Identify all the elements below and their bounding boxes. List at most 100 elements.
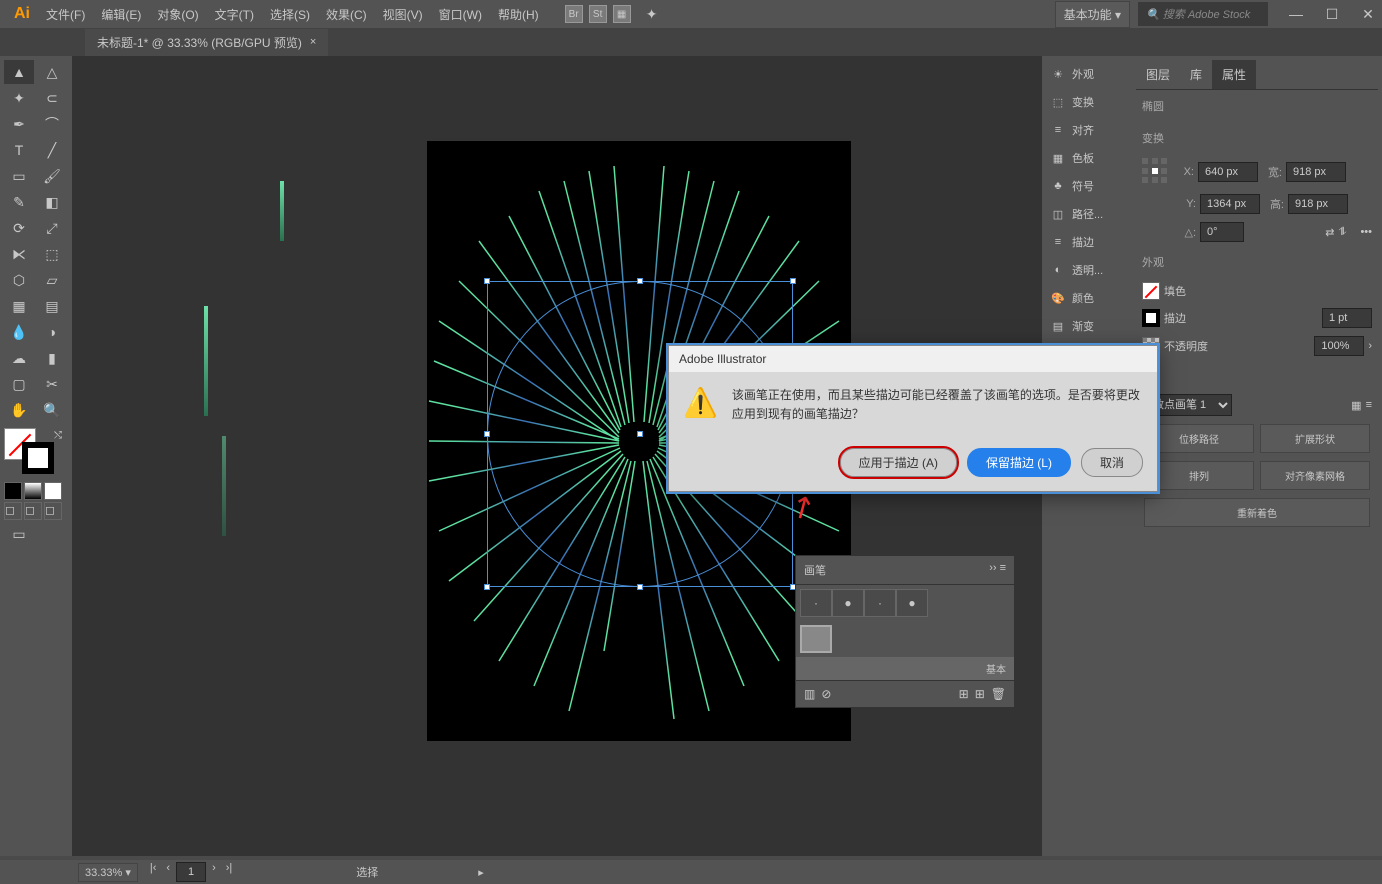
slice-tool[interactable]: ✂ <box>37 372 67 396</box>
stroke-weight-input[interactable] <box>1322 308 1372 328</box>
gradient-tool[interactable]: ▤ <box>37 294 67 318</box>
tab-properties[interactable]: 属性 <box>1212 60 1256 89</box>
tab-close-icon[interactable]: × <box>310 36 316 48</box>
menu-effect[interactable]: 效果(C) <box>320 2 373 27</box>
selection-handle[interactable] <box>484 278 490 284</box>
menu-type[interactable]: 文字(T) <box>209 2 260 27</box>
offset-path-button[interactable]: 位移路径 <box>1144 424 1254 453</box>
brush-swatch[interactable]: ● <box>832 589 864 617</box>
panel-gradient[interactable]: ▤渐变 <box>1046 312 1128 340</box>
panel-menu-icon[interactable]: ›› ≡ <box>989 562 1006 578</box>
opacity-input[interactable] <box>1314 336 1364 356</box>
expand-shape-button[interactable]: 扩展形状 <box>1260 424 1370 453</box>
menu-edit[interactable]: 编辑(E) <box>95 2 147 27</box>
selection-handle[interactable] <box>637 584 643 590</box>
selection-tool[interactable]: ▲ <box>4 60 34 84</box>
free-transform-tool[interactable]: ⬚ <box>37 242 67 266</box>
gradient-mode-icon[interactable] <box>24 482 42 500</box>
eyedropper-tool[interactable]: 💧 <box>4 320 34 344</box>
arrange-button[interactable]: 排列 <box>1144 461 1254 490</box>
rotate-tool[interactable]: ⟳ <box>4 216 34 240</box>
panel-transparency[interactable]: ◐透明... <box>1046 256 1128 284</box>
workspace-switcher[interactable]: 基本功能 ▾ <box>1055 1 1130 28</box>
scale-tool[interactable]: ⤢ <box>37 216 67 240</box>
direct-selection-tool[interactable]: △ <box>37 60 67 84</box>
window-minimize-icon[interactable]: — <box>1286 4 1306 24</box>
shape-builder-tool[interactable]: ⬡ <box>4 268 34 292</box>
align-pixel-button[interactable]: 对齐像素网格 <box>1260 461 1370 490</box>
symbol-sprayer-tool[interactable]: ☁ <box>4 346 34 370</box>
color-mode-icon[interactable] <box>4 482 22 500</box>
screen-mode-icon[interactable]: ▭ <box>4 522 34 546</box>
shaper-tool[interactable]: ✎ <box>4 190 34 214</box>
recolor-icon[interactable]: ▦ <box>1351 399 1361 412</box>
delete-brush-icon[interactable]: 🗑 <box>991 687 1006 701</box>
panel-pathfinder[interactable]: ◫路径... <box>1046 200 1128 228</box>
panel-color[interactable]: 🎨颜色 <box>1046 284 1128 312</box>
mesh-tool[interactable]: ▦ <box>4 294 34 318</box>
selection-handle[interactable] <box>484 584 490 590</box>
reference-point-grid[interactable] <box>1142 158 1170 186</box>
swap-fill-stroke-icon[interactable]: ⤭ <box>54 430 62 441</box>
y-input[interactable] <box>1200 194 1260 214</box>
perspective-tool[interactable]: ▱ <box>37 268 67 292</box>
zoom-tool[interactable]: 🔍 <box>37 398 67 422</box>
menu-object[interactable]: 对象(O) <box>151 2 204 27</box>
panel-align[interactable]: ≡对齐 <box>1046 116 1128 144</box>
selection-handle[interactable] <box>790 278 796 284</box>
lasso-tool[interactable]: ⊂ <box>37 86 67 110</box>
hand-tool[interactable]: ✋ <box>4 398 34 422</box>
last-artboard-icon[interactable]: ›| <box>222 862 237 882</box>
draw-behind-icon[interactable]: ◻ <box>24 502 42 520</box>
eraser-tool[interactable]: ◧ <box>37 190 67 214</box>
bridge-icon[interactable]: Br <box>565 5 583 23</box>
menu-select[interactable]: 选择(S) <box>264 2 316 27</box>
pen-tool[interactable]: ✒ <box>4 112 34 136</box>
search-stock-input[interactable]: 🔍 搜索 Adobe Stock <box>1138 2 1268 26</box>
curvature-tool[interactable]: ⌒ <box>37 112 67 136</box>
tab-layers[interactable]: 图层 <box>1136 60 1180 89</box>
none-mode-icon[interactable] <box>44 482 62 500</box>
selection-handle[interactable] <box>637 278 643 284</box>
panel-transform[interactable]: ⬚变换 <box>1046 88 1128 116</box>
scrollbar-thumb[interactable]: ▸ <box>478 866 484 879</box>
stroke-swatch-icon[interactable] <box>1142 309 1160 327</box>
cancel-button[interactable]: 取消 <box>1081 448 1143 477</box>
flip-v-icon[interactable]: ⥮ <box>1338 226 1346 239</box>
brush-swatch[interactable]: · <box>800 589 832 617</box>
panel-swatches[interactable]: ▦色板 <box>1046 144 1128 172</box>
brush-swatch-selected[interactable] <box>800 625 832 653</box>
align-stroke-icon[interactable]: ≡ <box>1366 399 1372 411</box>
rectangle-tool[interactable]: ▭ <box>4 164 34 188</box>
panel-appearance[interactable]: ☀外观 <box>1046 60 1128 88</box>
menu-file[interactable]: 文件(F) <box>40 2 91 27</box>
window-maximize-icon[interactable]: ☐ <box>1322 4 1342 24</box>
type-tool[interactable]: T <box>4 138 34 162</box>
graph-tool[interactable]: ▮ <box>37 346 67 370</box>
next-artboard-icon[interactable]: › <box>208 862 220 882</box>
menu-view[interactable]: 视图(V) <box>377 2 429 27</box>
first-artboard-icon[interactable]: |‹ <box>146 862 161 882</box>
draw-inside-icon[interactable]: ◻ <box>44 502 62 520</box>
brush-options-icon[interactable]: ⊞ <box>959 687 969 701</box>
stock-icon[interactable]: St <box>589 5 607 23</box>
gpu-icon[interactable]: ✦ <box>637 2 667 26</box>
apply-to-strokes-button[interactable]: 应用于描边 (A) <box>840 448 957 477</box>
brush-remove-icon[interactable]: ⊘ <box>821 687 831 701</box>
height-input[interactable] <box>1288 194 1348 214</box>
arrange-docs-icon[interactable]: ▦ <box>613 5 631 23</box>
prev-artboard-icon[interactable]: ‹ <box>162 862 174 882</box>
blend-tool[interactable]: ◑ <box>37 320 67 344</box>
recolor-button[interactable]: 重新着色 <box>1144 498 1370 527</box>
artboard-tool[interactable]: ▢ <box>4 372 34 396</box>
fill-swatch-icon[interactable] <box>1142 282 1160 300</box>
width-input[interactable] <box>1286 162 1346 182</box>
selection-handle[interactable] <box>484 431 490 437</box>
brush-swatch[interactable]: ● <box>896 589 928 617</box>
line-tool[interactable]: ╱ <box>37 138 67 162</box>
panel-stroke[interactable]: ≡描边 <box>1046 228 1128 256</box>
stroke-swatch[interactable] <box>22 442 54 474</box>
width-tool[interactable]: ⧔ <box>4 242 34 266</box>
chevron-right-icon[interactable]: › <box>1368 340 1372 352</box>
more-options-icon[interactable]: ••• <box>1360 226 1372 238</box>
